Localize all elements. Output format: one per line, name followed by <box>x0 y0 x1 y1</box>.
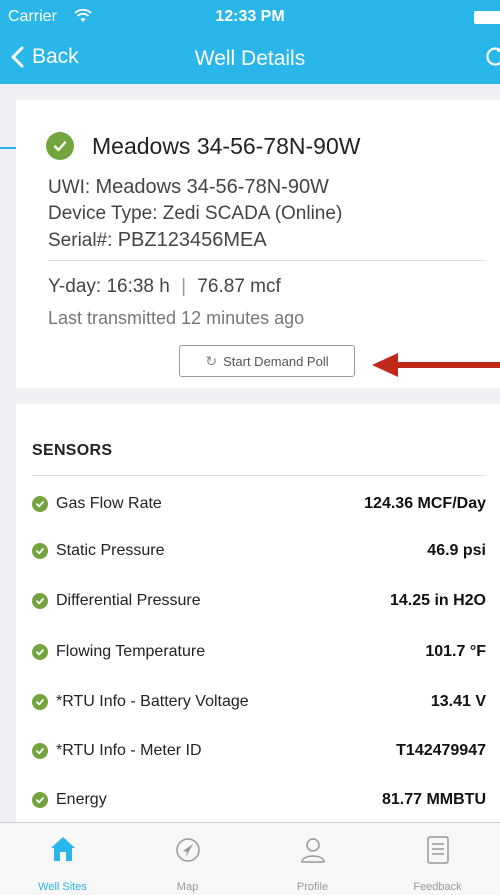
status-ok-icon <box>32 543 48 559</box>
status-ok-icon <box>32 694 48 710</box>
tab-label: Well Sites <box>38 881 87 893</box>
sensor-value: T142479947 <box>396 742 486 759</box>
sensor-name: Energy <box>56 791 107 808</box>
tab-feedback[interactable]: Feedback <box>375 823 500 895</box>
status-ok-icon <box>32 593 48 609</box>
sensor-row: *RTU Info - Meter ID T142479947 <box>32 736 486 766</box>
tab-bar: Well Sites Map Profile Feedback <box>0 822 500 895</box>
sensor-name: Differential Pressure <box>56 592 201 609</box>
sensor-row: Flowing Temperature 101.7 °F <box>32 637 486 667</box>
annotation-arrow <box>372 353 500 377</box>
tab-profile[interactable]: Profile <box>250 823 375 895</box>
tab-label: Profile <box>296 881 329 893</box>
yday-volume: 76.87 mcf <box>197 276 281 297</box>
device-type: Device Type: Zedi SCADA (Online) <box>48 203 343 224</box>
sensor-name: *RTU Info - Battery Voltage <box>56 693 249 710</box>
divider <box>48 260 486 261</box>
yday-label: Y-day: <box>48 276 102 297</box>
sensor-row: *RTU Info - Battery Voltage 13.41 V <box>32 687 486 717</box>
sensor-value: 81.77 MMBTU <box>381 791 486 808</box>
tab-label: Map <box>176 881 199 893</box>
status-ok-icon <box>32 743 48 759</box>
sensor-value: 46.9 psi <box>427 542 486 559</box>
tab-well-sites[interactable]: Well Sites <box>0 823 125 895</box>
last-transmitted: Last transmitted 12 minutes ago <box>48 308 305 328</box>
sensor-name: Gas Flow Rate <box>56 495 162 512</box>
battery-icon <box>474 11 500 24</box>
person-icon <box>301 838 325 863</box>
well-name: Meadows 34-56-78N-90W <box>92 132 361 159</box>
sensor-row: Differential Pressure 14.25 in H2O <box>32 586 486 616</box>
refresh-small-icon: ↻ <box>205 352 218 369</box>
sensor-name: Flowing Temperature <box>56 643 206 660</box>
poll-button-label: Start Demand Poll <box>223 353 329 369</box>
status-ok-icon <box>32 792 48 808</box>
sensor-name: *RTU Info - Meter ID <box>56 742 202 759</box>
sensor-row: Energy 81.77 MMBTU <box>32 785 486 815</box>
start-demand-poll-button[interactable]: ↻ Start Demand Poll <box>179 345 355 377</box>
uwi-line: UWI: Meadows 34-56-78N-90W <box>48 176 329 199</box>
status-bar: Carrier 12:33 PM <box>0 0 500 34</box>
status-ok-icon <box>32 644 48 660</box>
document-icon <box>427 836 449 864</box>
well-header: Meadows 34-56-78N-90W <box>46 132 360 160</box>
well-details-card: Meadows 34-56-78N-90W UWI: Meadows 34-56… <box>16 100 500 388</box>
home-icon <box>51 837 75 861</box>
sensor-value: 101.7 °F <box>425 643 486 660</box>
sensor-value: 124.36 MCF/Day <box>364 495 486 512</box>
yesterday-summary: Y-day: 16:38 h | 76.87 mcf <box>48 276 281 298</box>
status-ok-icon <box>32 496 48 512</box>
uwi-label: UWI: <box>48 177 91 198</box>
serial-label: Serial#: <box>48 230 113 251</box>
sensor-value: 14.25 in H2O <box>389 592 486 609</box>
status-ok-icon <box>46 132 74 160</box>
sensors-heading: SENSORS <box>32 442 113 459</box>
navigation-bar: Back Well Details <box>0 34 500 84</box>
uwi-value: Meadows 34-56-78N-90W <box>95 176 329 198</box>
serial-value: PBZ123456MEA <box>117 229 267 251</box>
yday-separator: | <box>181 276 187 297</box>
sensor-name: Static Pressure <box>56 542 165 559</box>
sensor-row: Gas Flow Rate 124.36 MCF/Day <box>32 489 486 519</box>
page-title: Well Details <box>194 47 306 70</box>
tab-label: Feedback <box>413 881 462 893</box>
navigation-icon <box>176 838 200 862</box>
divider <box>32 475 486 476</box>
sensor-value: 13.41 V <box>430 693 486 710</box>
serial-line: Serial#: PBZ123456MEA <box>48 229 267 252</box>
sensor-row: Static Pressure 46.9 psi <box>32 536 486 566</box>
tab-map[interactable]: Map <box>125 823 250 895</box>
refresh-icon[interactable] <box>482 44 500 70</box>
clock: 12:33 PM <box>215 8 285 25</box>
yday-hours: 16:38 h <box>106 276 170 297</box>
